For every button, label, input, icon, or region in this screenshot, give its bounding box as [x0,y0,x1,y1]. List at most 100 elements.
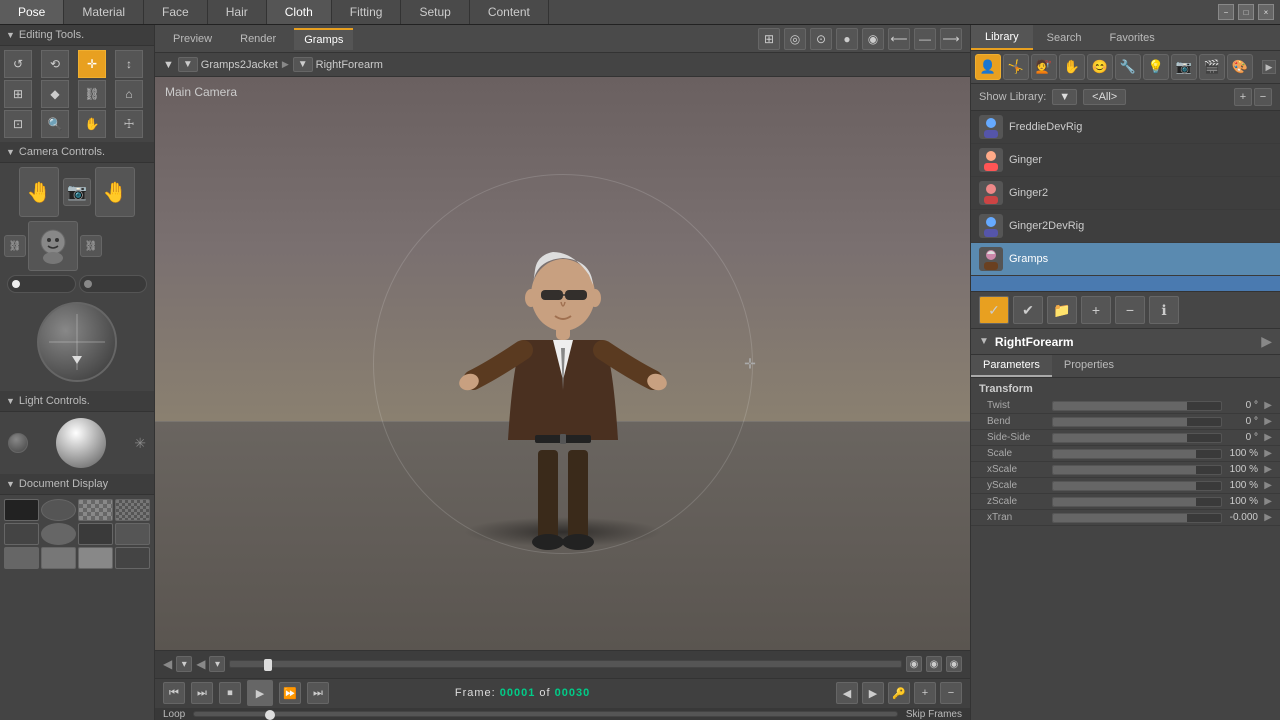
transport-step-back[interactable]: ⏭ [191,682,213,704]
lib-icon-scene[interactable]: 🎬 [1199,54,1225,80]
face-view-icon[interactable] [28,221,78,271]
vp-btn-5[interactable]: ◉ [862,28,884,50]
vp-btn-6[interactable]: ⟵ [888,28,910,50]
timeline-btn-2[interactable]: ▾ [209,656,225,672]
display-swatch-4[interactable] [115,499,150,521]
param-expand-sideside[interactable]: ▶ [1258,432,1272,443]
display-swatch-3[interactable] [78,499,113,521]
vp-tab-render[interactable]: Render [230,29,286,49]
breadcrumb-figure-dropdown[interactable]: ▼ [178,57,198,72]
tool-morph[interactable]: ⌂ [115,80,143,108]
tool-move[interactable]: ↕ [115,50,143,78]
param-slider-sideside[interactable] [1052,433,1222,443]
breadcrumb-bone[interactable]: ▼ RightForearm [293,57,383,72]
chain-left[interactable]: ⛓ [4,235,26,257]
lib-item-gramps[interactable]: Gramps [971,243,1280,276]
vp-btn-8[interactable]: ⟶ [940,28,962,50]
param-expand-xscale[interactable]: ▶ [1258,464,1272,475]
lib-action-check[interactable]: ✓ [979,296,1009,324]
param-expand-xtran[interactable]: ▶ [1258,512,1272,523]
breadcrumb-figure[interactable]: ▼ Gramps2Jacket [178,57,278,72]
timeline-btn-1[interactable]: ▾ [176,656,192,672]
display-swatch-10[interactable] [41,547,76,569]
param-expand-zscale[interactable]: ▶ [1258,496,1272,507]
menu-tab-pose[interactable]: Pose [0,0,64,24]
lib-icon-hair[interactable]: 💇 [1031,54,1057,80]
tool-taper[interactable]: ◆ [41,80,69,108]
tool-chain[interactable]: ⛓ [78,80,106,108]
timeline-arrow-2[interactable]: ◀ [196,657,205,671]
param-slider-scale[interactable] [1052,449,1222,459]
lib-icon-camera[interactable]: 📷 [1171,54,1197,80]
minimize-btn[interactable]: − [1218,4,1234,20]
transport-key[interactable]: 🔑 [888,682,910,704]
timeline-scrub[interactable] [229,660,902,668]
param-slider-xtran[interactable] [1052,513,1222,523]
menu-tab-content[interactable]: Content [470,0,549,24]
lib-tab-favorites[interactable]: Favorites [1095,25,1168,50]
display-swatch-12[interactable] [115,547,150,569]
lib-item-ginger2[interactable]: Ginger2 [971,177,1280,210]
lib-item-ginger2devrig[interactable]: Ginger2DevRig [971,210,1280,243]
tool-dolly[interactable]: ☩ [115,110,143,138]
lib-icon-figure[interactable]: 👤 [975,54,1001,80]
lib-item-empty[interactable] [971,276,1280,291]
lib-item-freddie[interactable]: FreddieDevRig [971,111,1280,144]
transport-prev-frame[interactable]: ◀ [836,682,858,704]
timeline-arrow-left[interactable]: ◀ [163,657,172,671]
menu-tab-hair[interactable]: Hair [208,0,267,24]
light-intensity-knob[interactable] [8,433,28,453]
lib-tab-library[interactable]: Library [971,25,1033,50]
param-slider-twist[interactable] [1052,401,1222,411]
timeline-track[interactable] [193,711,898,717]
lib-icon-face[interactable]: 😊 [1087,54,1113,80]
lib-icon-pose[interactable]: 🤸 [1003,54,1029,80]
param-slider-bend[interactable] [1052,417,1222,427]
library-add-minus[interactable]: − [1254,88,1272,106]
document-display-header[interactable]: ▼ Document Display [0,474,154,495]
lib-icon-material[interactable]: 🎨 [1227,54,1253,80]
display-swatch-8[interactable] [115,523,150,545]
display-swatch-7[interactable] [78,523,113,545]
close-btn[interactable]: × [1258,4,1274,20]
param-expand-scale[interactable]: ▶ [1258,448,1272,459]
lib-action-check2[interactable]: ✔ [1013,296,1043,324]
display-swatch-2[interactable] [41,499,76,521]
params-tab-parameters[interactable]: Parameters [971,355,1052,377]
transport-del-key[interactable]: − [940,682,962,704]
param-expand-twist[interactable]: ▶ [1258,400,1272,411]
transport-play[interactable]: ▶ [247,680,273,706]
transport-goto-end[interactable]: ⏭ [307,682,329,704]
transport-next-frame[interactable]: ▶ [862,682,884,704]
library-add-plus[interactable]: + [1234,88,1252,106]
params-tab-properties[interactable]: Properties [1052,355,1126,377]
timeline-btn-3[interactable]: ◉ [906,656,922,672]
params-expand-icon[interactable]: ▶ [1261,333,1272,350]
display-swatch-6[interactable] [41,523,76,545]
camera-icon-top[interactable]: 📷 [63,178,91,206]
menu-tab-setup[interactable]: Setup [401,0,469,24]
timeline-btn-5[interactable]: ◉ [946,656,962,672]
params-collapse-arrow[interactable]: ▼ [979,336,989,347]
lib-icon-expand[interactable]: ▶ [1262,60,1276,74]
tool-rotate[interactable]: ↺ [4,50,32,78]
show-library-dropdown[interactable]: ▼ [1052,89,1077,105]
menu-tab-face[interactable]: Face [144,0,208,24]
camera-orb[interactable] [37,302,117,382]
transport-stop[interactable]: ⏹ [219,682,241,704]
vp-btn-7[interactable]: — [914,28,936,50]
show-library-value[interactable]: <All> [1083,89,1126,105]
lib-item-ginger[interactable]: Ginger [971,144,1280,177]
lib-icon-light[interactable]: 💡 [1143,54,1169,80]
light-controls-header[interactable]: ▼ Light Controls. [0,391,154,412]
lib-action-add[interactable]: + [1081,296,1111,324]
param-expand-bend[interactable]: ▶ [1258,416,1272,427]
tool-translate[interactable]: ✛ [78,50,106,78]
camera-controls-header[interactable]: ▼ Camera Controls. [0,142,154,163]
camera-track-right[interactable] [79,275,148,293]
transport-step-fwd[interactable]: ⏩ [279,682,301,704]
chain-right[interactable]: ⛓ [80,235,102,257]
breadcrumb-arrow-left[interactable]: ▼ [163,59,174,71]
vp-btn-2[interactable]: ◎ [784,28,806,50]
display-swatch-1[interactable] [4,499,39,521]
